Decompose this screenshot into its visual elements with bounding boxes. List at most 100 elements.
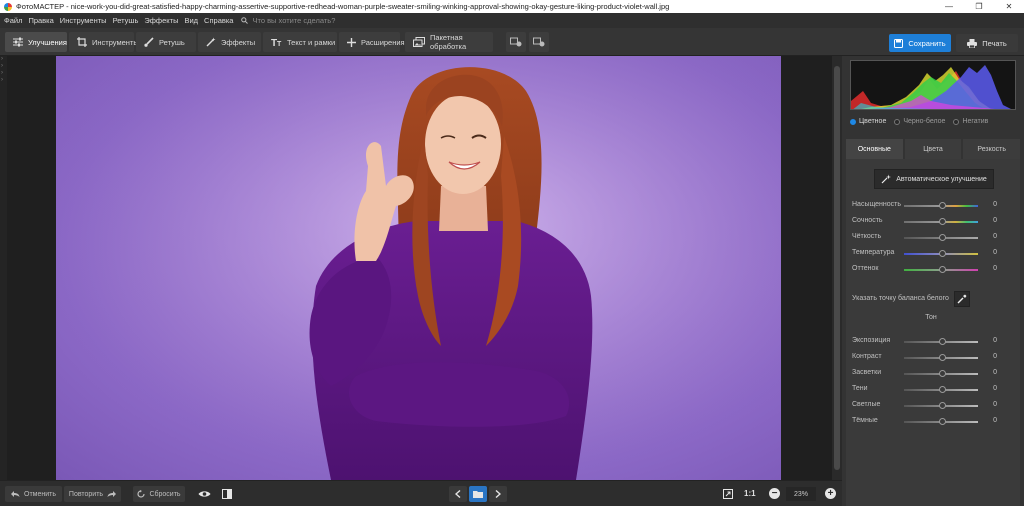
auto-enhance-button[interactable]: Автоматическое улучшение [874,169,994,189]
slider-blacks[interactable]: Тёмные 0 [850,417,1016,427]
undo-button[interactable]: Отменить [5,486,62,502]
mode-negative-label: Негатив [962,118,989,125]
reset-label: Сбросить [149,490,181,498]
menu-retouch[interactable]: Ретушь [113,16,139,25]
slider-value: 0 [993,217,997,224]
slider-saturation[interactable]: Насыщенность 0 [850,201,1016,211]
slider-clarity[interactable]: Чёткость 0 [850,233,1016,243]
menu-effects[interactable]: Эффекты [144,16,178,25]
zoom-in-button[interactable]: + [825,488,836,499]
slider-knob[interactable] [939,370,946,377]
next-photo-button[interactable] [489,486,507,502]
preview-toggle-button[interactable] [195,486,213,502]
history-remove-button[interactable] [529,32,549,52]
tab-retouch[interactable]: Ретушь [136,32,196,52]
slider-value: 0 [993,369,997,376]
slider-whites[interactable]: Светлые 0 [850,401,1016,411]
tone-section-title: Тон [925,314,937,321]
tab-extensions[interactable]: Расширения [339,32,405,52]
mode-bw-label: Черно-белое [903,118,946,125]
slider-knob[interactable] [939,338,946,345]
redo-icon [107,490,117,497]
previous-photo-button[interactable] [449,486,467,502]
search-placeholder: Что вы хотите сделать? [252,16,336,25]
slider-label: Оттенок [852,265,879,272]
tab-enhancements[interactable]: Улучшения [5,32,67,52]
zoom-level[interactable]: 23% [786,487,816,501]
slider-label: Насыщенность [852,201,902,208]
close-button[interactable]: ✕ [994,0,1024,13]
brush-icon [144,37,154,47]
zoom-out-button[interactable]: − [769,488,780,499]
tab-tools[interactable]: Инструменты [69,32,139,52]
slider-shadows[interactable]: Тени 0 [850,385,1016,395]
portrait-illustration [56,56,781,480]
history-add-button[interactable] [506,32,526,52]
slider-value: 0 [993,201,997,208]
redo-label: Повторить [68,490,104,498]
menu-search[interactable]: Что вы хотите сделать? [241,16,335,25]
slider-vibrance[interactable]: Сочность 0 [850,217,1016,227]
tab-sharpness[interactable]: Резкость [963,139,1021,159]
white-balance-label: Указать точку баланса белого [852,295,949,302]
slider-knob[interactable] [939,202,946,209]
menu-file[interactable]: Файл [4,16,22,25]
slider-knob[interactable] [939,402,946,409]
tab-batch-processing[interactable]: Пакетная обработка [405,32,493,52]
menu-edit[interactable]: Правка [28,16,53,25]
plus-icon [347,37,356,47]
tab-text-frames[interactable]: TT Текст и рамки [263,32,337,52]
print-button[interactable]: Печать [956,34,1018,52]
left-collapse-strip[interactable]: › › › › [0,56,7,480]
slider-highlights[interactable]: Засветки 0 [850,369,1016,379]
slider-knob[interactable] [939,218,946,225]
menu-bar: Файл Правка Инструменты Ретушь Эффекты В… [0,13,1024,28]
save-button[interactable]: Сохранить [889,34,951,52]
slider-knob[interactable] [939,234,946,241]
scrollbar-thumb[interactable] [834,66,840,470]
menu-tools[interactable]: Инструменты [60,16,107,25]
tab-basic[interactable]: Основные [846,139,903,159]
tab-tools-label: Инструменты [92,37,139,47]
slider-knob[interactable] [939,418,946,425]
slider-knob[interactable] [939,354,946,361]
slider-temperature[interactable]: Температура 0 [850,249,1016,259]
mode-black-white[interactable]: Черно-белое [894,118,945,125]
photo-preview [56,56,781,480]
mode-negative[interactable]: Негатив [953,118,988,125]
panel-tabs: Основные Цвета Резкость [846,139,1021,159]
menu-view[interactable]: Вид [184,16,198,25]
slider-value: 0 [993,233,997,240]
editing-canvas[interactable] [7,56,832,480]
mode-color[interactable]: Цветное [850,118,886,125]
undo-icon [11,490,20,497]
chevron-right-icon [495,490,501,498]
slider-knob[interactable] [939,266,946,273]
slider-knob[interactable] [939,250,946,257]
fit-to-screen-button[interactable] [719,486,737,502]
printer-icon [967,38,978,48]
slider-contrast[interactable]: Контраст 0 [850,353,1016,363]
browse-folder-button[interactable] [469,486,487,502]
slider-knob[interactable] [939,386,946,393]
before-after-button[interactable] [218,486,236,502]
slider-exposure[interactable]: Экспозиция 0 [850,337,1016,347]
redo-button[interactable]: Повторить [64,486,121,502]
chevron-left-icon [455,490,461,498]
batch-icon [413,37,425,47]
menu-help[interactable]: Справка [204,16,233,25]
tab-effects[interactable]: Эффекты [198,32,261,52]
slider-label: Засветки [852,369,882,376]
compare-icon [222,489,232,499]
vertical-scrollbar[interactable] [832,56,842,480]
tab-colors[interactable]: Цвета [904,139,962,159]
print-button-label: Печать [982,38,1007,48]
restore-button[interactable]: ❐ [964,0,994,13]
slider-value: 0 [993,265,997,272]
actual-size-button[interactable]: 1:1 [744,489,756,498]
tab-effects-label: Эффекты [221,37,256,47]
white-balance-picker-button[interactable] [954,291,970,307]
slider-tint[interactable]: Оттенок 0 [850,265,1016,275]
minimize-button[interactable]: — [934,0,964,13]
reset-button[interactable]: Сбросить [133,486,185,502]
